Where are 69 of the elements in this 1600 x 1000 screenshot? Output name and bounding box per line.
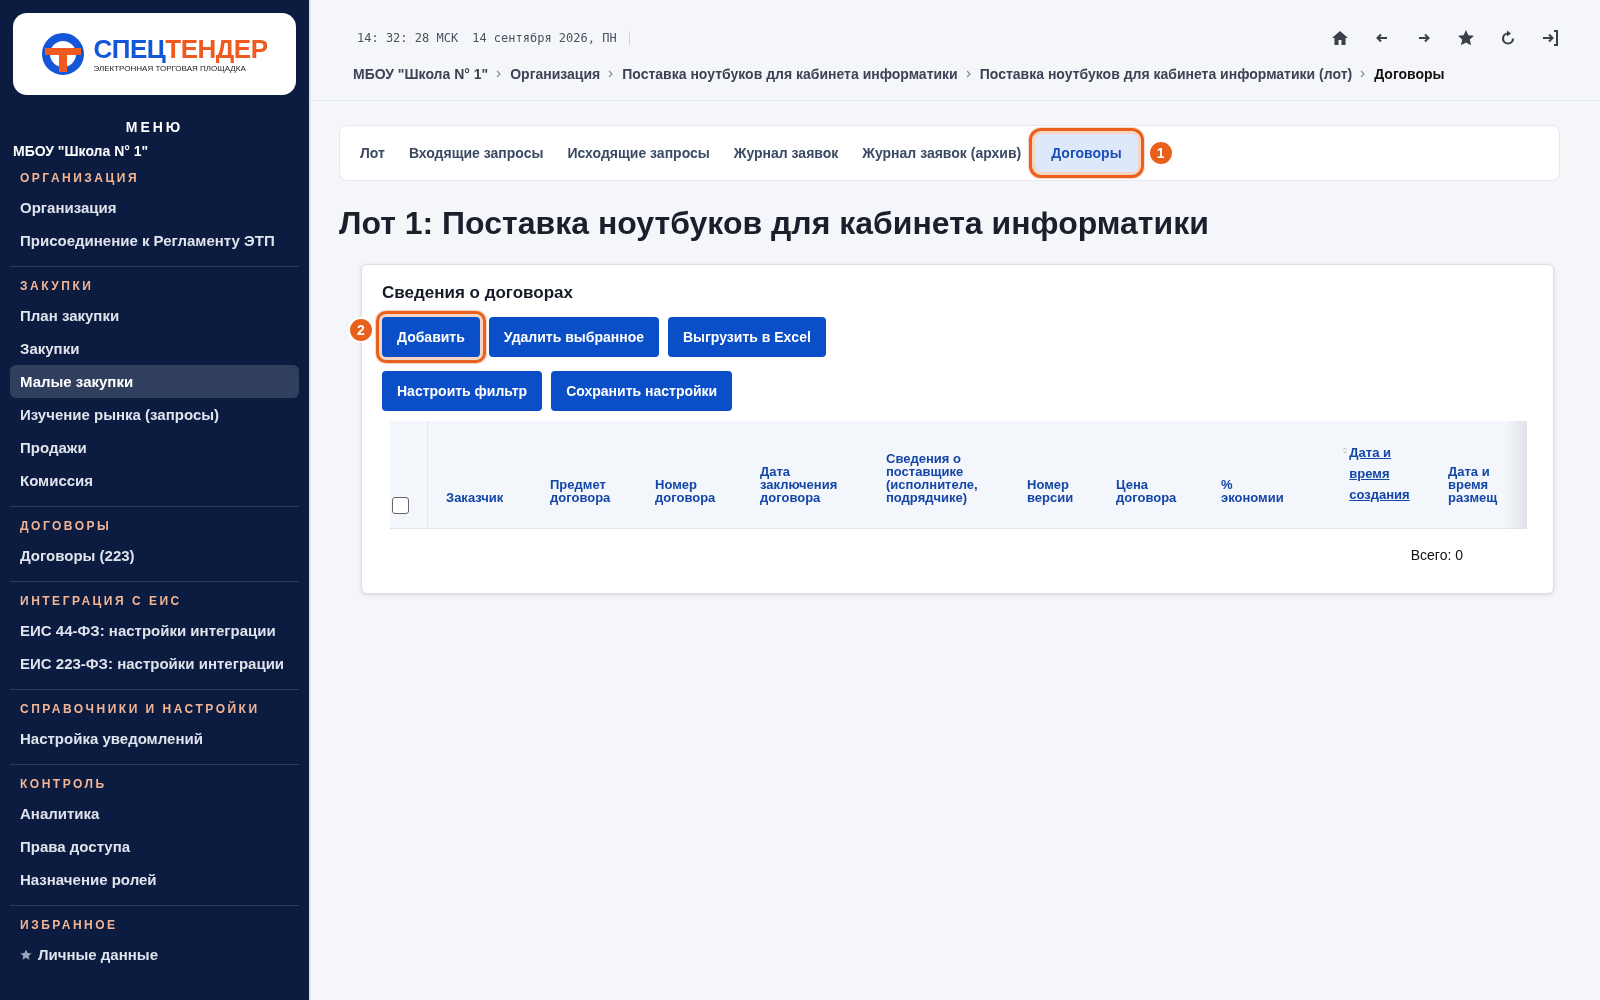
column-header: Дата заключения договора [759, 465, 839, 507]
column-header: Номер договора [654, 478, 717, 507]
column-header: Номер версии [1026, 478, 1075, 507]
column-header-link[interactable]: Дата и время создания [1349, 443, 1430, 506]
sidebar-item[interactable]: Организация [10, 191, 299, 224]
section-title: ЗАКУПКИ [19, 278, 95, 295]
sidebar-item[interactable]: Аналитика [10, 797, 299, 830]
checkbox[interactable] [392, 497, 409, 514]
chevron-icon [496, 70, 503, 78]
column-header: Сведения о поставщике (исполнителе, подрядчике) [885, 452, 979, 507]
chevron-icon [608, 70, 615, 78]
sidebar-item[interactable]: Продажи [10, 431, 299, 464]
tab[interactable]: Исходящие запросы [557, 134, 720, 172]
breadcrumb-link[interactable]: МБОУ "Школа N° 1" [353, 66, 489, 82]
star-icon [20, 948, 32, 961]
sidebar-item[interactable]: План закупки [10, 299, 299, 332]
section-title: ИНТЕГРАЦИЯ С ЕИС [19, 593, 183, 610]
tab[interactable]: Журнал заявок [723, 134, 849, 172]
step-badge: 2 [348, 317, 374, 343]
section-title: СПРАВОЧНИКИ И НАСТРОЙКИ [19, 700, 261, 718]
sidebar-item[interactable]: ЕИС 44-ФЗ: настройки интеграции [10, 614, 299, 647]
sidebar-item[interactable]: Назначение ролей [10, 863, 299, 896]
organization-name: МБОУ "Школа N° 1" [13, 143, 150, 159]
sidebar-item[interactable]: Личные данные [10, 938, 299, 971]
button[interactable]: Удалить выбранное [488, 317, 659, 357]
button[interactable]: Настроить фильтр [382, 371, 543, 411]
home-icon[interactable] [1330, 28, 1350, 48]
sidebar-item[interactable]: Договоры (223) [10, 539, 299, 572]
logo-tagline: ЭЛЕКТРОННАЯ ТОРГОВАЯ ПЛОЩАДКА [93, 63, 247, 73]
chevron-icon [1360, 70, 1367, 78]
total-count: Всего: 0 [1409, 547, 1463, 563]
sidebar-item[interactable]: Малые закупки [10, 365, 299, 398]
star-icon[interactable] [1456, 28, 1476, 48]
page-title: Лот 1: Поставка ноутбуков для кабинета информатики [339, 205, 1210, 242]
column-header: Предмет договора [549, 478, 612, 507]
sidebar-item[interactable]: Комиссия [10, 464, 299, 497]
clock: 14: 32: 28 МСК [357, 31, 459, 45]
column-header: Дата и время размещ [1447, 465, 1499, 507]
logo-icon [41, 32, 86, 76]
tab[interactable]: Лот [350, 134, 395, 172]
column-header: Заказчик [445, 491, 505, 507]
sidebar-item[interactable]: ЕИС 223-ФЗ: настройки интеграции [10, 647, 299, 680]
menu-title: МЕНЮ [124, 119, 185, 135]
section-title: ИЗБРАННОЕ [19, 917, 119, 934]
section-title: ДОГОВОРЫ [19, 518, 113, 535]
step-badge: 1 [1147, 140, 1174, 166]
sidebar-item[interactable]: Присоединение к Регламенту ЭТП [10, 224, 299, 257]
breadcrumb-link[interactable]: Поставка ноутбуков для кабинета информатики [622, 66, 958, 82]
section-title: КОНТРОЛЬ [19, 776, 108, 793]
logout-icon[interactable] [1540, 28, 1560, 48]
section-title: ОРГАНИЗАЦИЯ [19, 170, 141, 187]
button[interactable]: Выгрузить в Excel [667, 317, 826, 357]
breadcrumb-link[interactable]: Поставка ноутбуков для кабинета информатики (лот) [979, 66, 1353, 82]
column-header: Цена договора [1115, 478, 1178, 507]
column-header: % экономии [1220, 478, 1285, 507]
button[interactable]: Сохранить настройки [551, 371, 733, 411]
sidebar-item[interactable]: Права доступа [10, 830, 299, 863]
logo-name: СПЕЦТЕНДЕР [93, 35, 268, 62]
breadcrumb-current: Договоры [1374, 66, 1445, 82]
chevron-icon [965, 70, 972, 78]
panel-title: Сведения о договорах [382, 283, 574, 303]
tab[interactable]: Входящие запросы [398, 134, 554, 172]
sidebar-item[interactable]: Закупки [10, 332, 299, 365]
date: 14 сентября 2026, ПН [472, 31, 617, 45]
sidebar-item[interactable]: Настройка уведомлений [10, 722, 299, 755]
column-header[interactable]: Дата и время создания [1325, 421, 1430, 528]
breadcrumb-link[interactable]: Организация [510, 66, 601, 82]
sidebar-item[interactable]: Изучение рынка (запросы) [10, 398, 299, 431]
tab[interactable]: Журнал заявок (архив) [852, 134, 1032, 172]
